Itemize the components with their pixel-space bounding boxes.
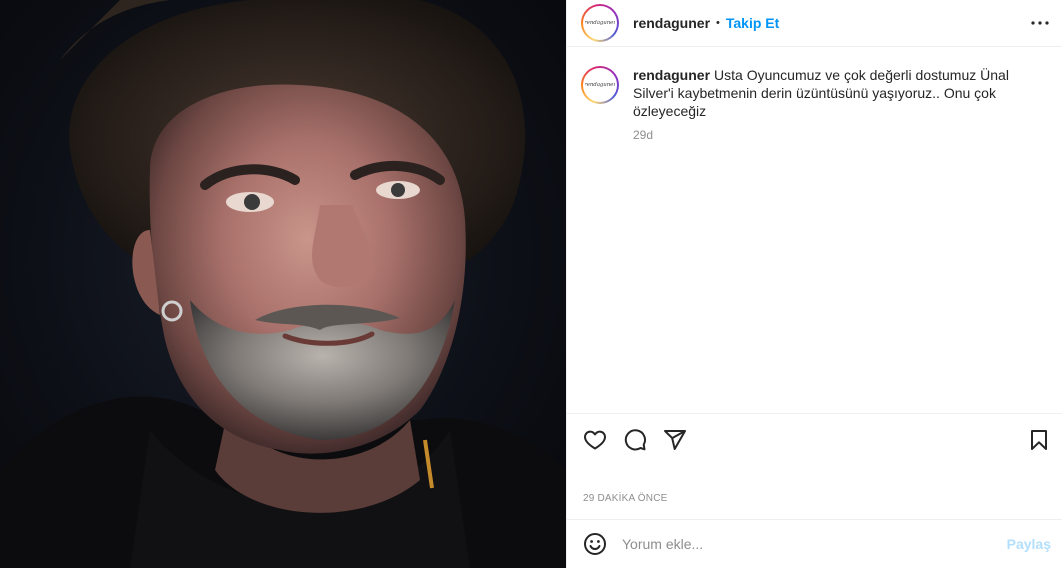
comment-icon[interactable] bbox=[621, 426, 649, 454]
action-bar bbox=[567, 413, 1062, 465]
send-icon[interactable] bbox=[661, 426, 689, 454]
post-details-pane: rendaguner rendaguner • Takip Et rendagu… bbox=[566, 0, 1062, 568]
post-timestamp[interactable]: 29 DAKİKA ÖNCE bbox=[583, 493, 668, 504]
caption-time[interactable]: 29d bbox=[633, 128, 1033, 142]
post-header: rendaguner rendaguner • Takip Et bbox=[567, 0, 1062, 47]
header-username[interactable]: rendaguner bbox=[633, 15, 710, 31]
bookmark-icon[interactable] bbox=[1025, 426, 1053, 454]
avatar-logo: rendaguner bbox=[584, 20, 616, 26]
avatar-logo: rendaguner bbox=[584, 82, 616, 88]
follow-button[interactable]: Takip Et bbox=[726, 15, 779, 31]
avatar[interactable]: rendaguner bbox=[581, 4, 619, 42]
share-comment-button[interactable]: Paylaş bbox=[1007, 536, 1051, 552]
portrait-illustration bbox=[0, 0, 566, 568]
caption-username[interactable]: rendaguner bbox=[633, 67, 710, 83]
post-photo[interactable] bbox=[0, 0, 566, 568]
caption-avatar[interactable]: rendaguner bbox=[581, 66, 619, 104]
comment-bar: Paylaş bbox=[567, 519, 1062, 568]
separator-dot: • bbox=[716, 17, 720, 29]
more-horizontal-icon[interactable] bbox=[1031, 14, 1049, 32]
post-caption: rendaguner rendaguner Usta Oyuncumuz ve ç… bbox=[581, 66, 1051, 142]
emoji-icon[interactable] bbox=[581, 530, 609, 558]
instagram-post-modal: rendaguner rendaguner • Takip Et rendagu… bbox=[0, 0, 1062, 568]
comment-input[interactable] bbox=[622, 536, 1007, 552]
heart-icon[interactable] bbox=[581, 426, 609, 454]
caption-text: rendaguner Usta Oyuncumuz ve çok değerli … bbox=[633, 66, 1033, 120]
